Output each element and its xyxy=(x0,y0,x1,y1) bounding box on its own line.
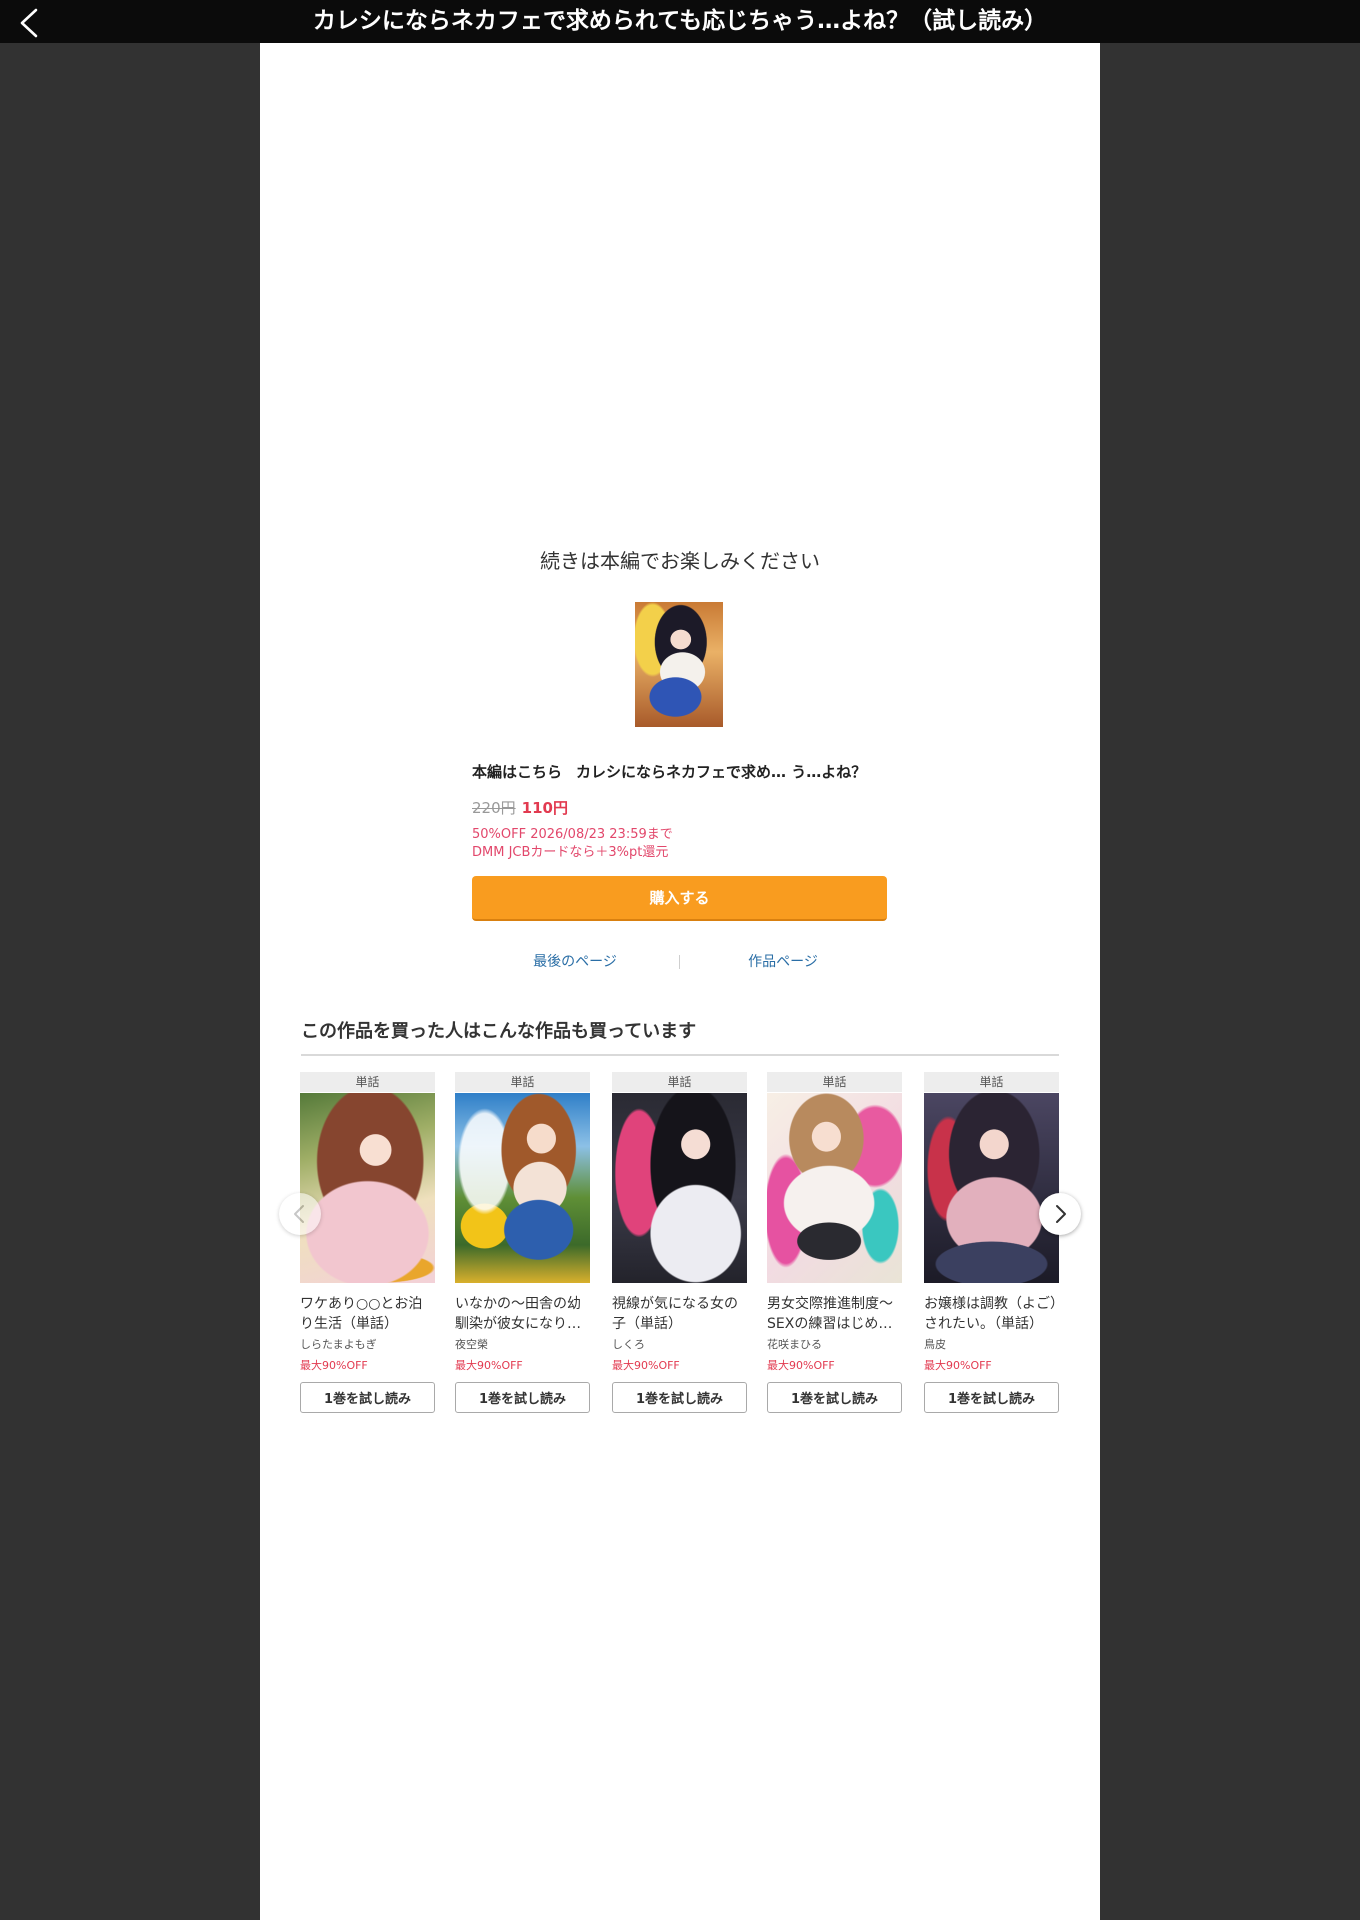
item-title-line: いなかの～田舎の幼 xyxy=(455,1296,581,1312)
item-title-line: されたい。（単話） xyxy=(924,1316,1043,1332)
item-discount: 最大90%OFF xyxy=(455,1359,523,1372)
heading-underline xyxy=(301,1054,1059,1056)
item-cover-image[interactable] xyxy=(455,1093,590,1283)
product-cover-image[interactable] xyxy=(635,602,723,727)
item-cover-image[interactable] xyxy=(767,1093,902,1283)
item-author: しくろ xyxy=(612,1338,645,1351)
continue-message: 続きは本編でお楽しみください xyxy=(540,549,820,573)
item-cover-image[interactable] xyxy=(612,1093,747,1283)
chevron-left-icon xyxy=(20,8,38,38)
link-divider xyxy=(679,955,680,969)
buy-button[interactable]: 購入する xyxy=(472,876,887,921)
item-type-tag: 単話 xyxy=(767,1072,902,1092)
product-title-line: 本編はこちら カレシにならネカフェで求め… う…よね？ xyxy=(472,762,866,782)
item-title-line: SEXの練習はじめ… xyxy=(767,1316,893,1332)
work-page-link[interactable]: 作品ページ xyxy=(703,952,863,972)
item-title[interactable]: ワケあり○○とお泊 り生活（単話） xyxy=(300,1294,442,1334)
viewer-header: カレシにならネカフェで求められても応じちゃう…よね？（試し読み） xyxy=(0,0,1360,43)
trial-read-button[interactable]: 1巻を試し読み xyxy=(612,1382,747,1413)
price-row: 220円 110円 xyxy=(472,798,568,818)
carousel-next-button[interactable] xyxy=(1039,1193,1081,1235)
item-discount: 最大90%OFF xyxy=(300,1359,368,1372)
trial-read-button[interactable]: 1巻を試し読み xyxy=(924,1382,1059,1413)
back-button[interactable] xyxy=(14,6,46,38)
item-title-line: 男女交際推進制度～ xyxy=(767,1296,893,1312)
recommend-item[interactable]: 単話 視線が気になる女の 子（単話） しくろ 最大90%OFF 1巻を試し読み xyxy=(612,1072,747,1413)
product-title[interactable]: カレシにならネカフェで求め… う…よね？ xyxy=(576,763,866,781)
item-title[interactable]: 視線が気になる女の 子（単話） xyxy=(612,1294,754,1334)
trial-end-page: 続きは本編でお楽しみください 本編はこちら カレシにならネカフェで求め… う…よね… xyxy=(260,43,1100,1920)
item-title[interactable]: いなかの～田舎の幼 馴染が彼女になり… xyxy=(455,1294,597,1334)
product-label: 本編はこちら xyxy=(472,763,563,781)
chevron-right-icon xyxy=(1056,1205,1066,1223)
last-page-link[interactable]: 最後のページ xyxy=(495,952,655,972)
item-discount: 最大90%OFF xyxy=(612,1359,680,1372)
item-type-tag: 単話 xyxy=(455,1072,590,1092)
item-title-line: 子（単話） xyxy=(612,1316,682,1332)
item-title[interactable]: 男女交際推進制度～ SEXの練習はじめ… xyxy=(767,1294,909,1334)
item-title-line: ワケあり○○とお泊 xyxy=(300,1296,423,1312)
item-title-line: お嬢様は調教（よご） xyxy=(924,1296,1064,1312)
item-author: 夜空榮 xyxy=(455,1338,488,1351)
sale-price: 110円 xyxy=(521,799,568,817)
list-price: 220円 xyxy=(472,799,516,817)
sale-period-note: 50%OFF 2026/08/23 23:59まで xyxy=(472,827,673,842)
recommend-item[interactable]: 単話 男女交際推進制度～ SEXの練習はじめ… 花咲まひる 最大90%OFF 1… xyxy=(767,1072,902,1413)
item-type-tag: 単話 xyxy=(612,1072,747,1092)
trial-read-button[interactable]: 1巻を試し読み xyxy=(767,1382,902,1413)
card-reward-note: DMM JCBカードなら＋3%pt還元 xyxy=(472,845,669,860)
item-title[interactable]: お嬢様は調教（よご） されたい。（単話） xyxy=(924,1294,1066,1334)
recommend-item[interactable]: 単話 お嬢様は調教（よご） されたい。（単話） 鳥皮 最大90%OFF 1巻を試… xyxy=(924,1072,1064,1413)
trial-read-button[interactable]: 1巻を試し読み xyxy=(300,1382,435,1413)
item-discount: 最大90%OFF xyxy=(767,1359,835,1372)
item-title-line: り生活（単話） xyxy=(300,1316,398,1332)
item-cover-image[interactable] xyxy=(924,1093,1059,1283)
item-author: しらたまよもぎ xyxy=(300,1338,377,1351)
recommend-item[interactable]: 単話 いなかの～田舎の幼 馴染が彼女になり… 夜空榮 最大90%OFF 1巻を試… xyxy=(455,1072,590,1413)
item-title-line: 視線が気になる女の xyxy=(612,1296,738,1312)
recommend-item[interactable]: 単話 ワケあり○○とお泊 り生活（単話） しらたまよもぎ 最大90%OFF 1巻… xyxy=(300,1072,435,1413)
item-type-tag: 単話 xyxy=(300,1072,435,1092)
carousel-prev-button[interactable] xyxy=(279,1193,321,1235)
recommendations-heading: この作品を買った人はこんな作品も買っています xyxy=(301,1021,697,1042)
item-author: 鳥皮 xyxy=(924,1338,946,1351)
item-title-line: 馴染が彼女になり… xyxy=(455,1316,581,1332)
item-type-tag: 単話 xyxy=(924,1072,1059,1092)
chevron-left-icon xyxy=(294,1205,304,1223)
trial-read-button[interactable]: 1巻を試し読み xyxy=(455,1382,590,1413)
item-cover-image[interactable] xyxy=(300,1093,435,1283)
item-discount: 最大90%OFF xyxy=(924,1359,992,1372)
item-author: 花咲まひる xyxy=(767,1338,822,1351)
page-title: カレシにならネカフェで求められても応じちゃう…よね？（試し読み） xyxy=(312,8,1048,34)
